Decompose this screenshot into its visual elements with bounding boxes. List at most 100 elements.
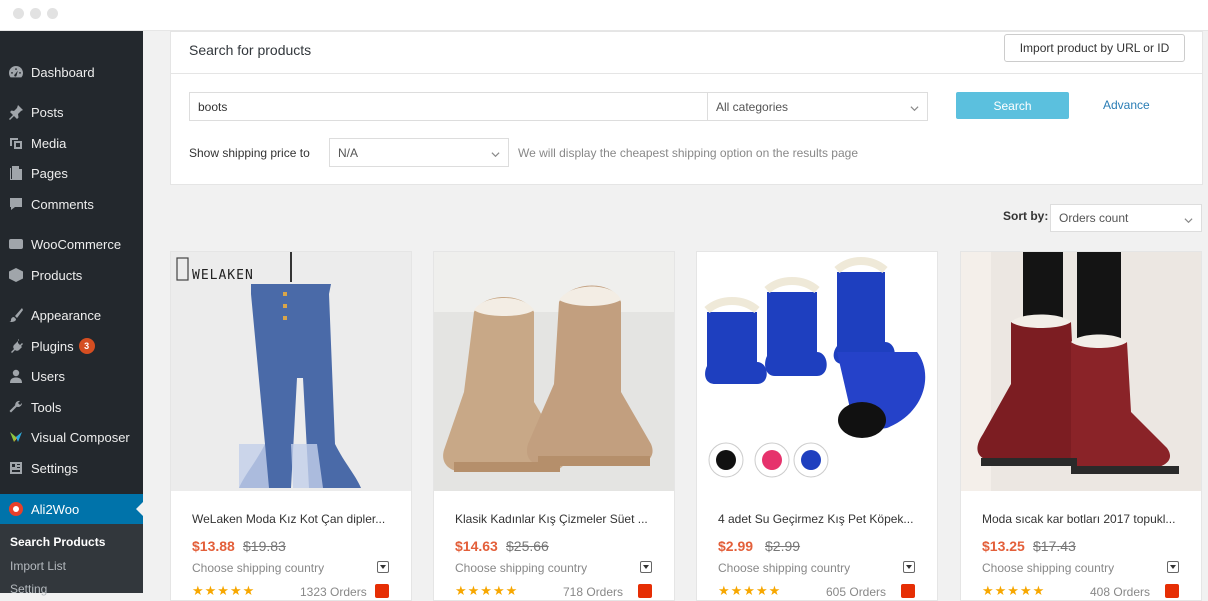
sidebar-item-settings[interactable]: Settings (0, 453, 143, 483)
shipping-country-prompt[interactable]: Choose shipping country (455, 561, 587, 575)
sidebar-item-appearance[interactable]: Appearance (0, 300, 143, 330)
sidebar-item-label: Visual Composer (31, 429, 130, 445)
advance-link[interactable]: Advance (1103, 98, 1150, 112)
sidebar-item-label: Tools (31, 399, 62, 415)
sort-select[interactable]: Orders count (1050, 204, 1202, 232)
shipping-country-prompt[interactable]: Choose shipping country (982, 561, 1114, 575)
aliexpress-icon[interactable] (375, 584, 389, 598)
active-indicator (136, 502, 143, 516)
shipping-dropdown-icon[interactable] (903, 561, 915, 573)
product-image[interactable] (697, 252, 937, 491)
pages-icon (7, 164, 25, 182)
user-icon (7, 367, 25, 385)
search-input[interactable]: boots (189, 92, 709, 121)
sidebar-item-media[interactable]: Media (0, 128, 143, 158)
update-count-badge: 3 (78, 338, 95, 354)
sidebar-item-label: Users (31, 368, 65, 384)
sidebar-item-label: Plugins (31, 338, 74, 354)
product-price: $13.25 (982, 538, 1025, 554)
pin-icon (7, 103, 25, 121)
sidebar-item-tools[interactable]: Tools (0, 392, 143, 422)
product-card[interactable]: Klasik Kadınlar Kış Çizmeler Süet ... $1… (433, 251, 675, 601)
box-icon (7, 266, 25, 284)
brush-icon (7, 306, 25, 324)
sidebar-item-label: Comments (31, 196, 94, 212)
product-title[interactable]: 4 adet Su Geçirmez Kış Pet Köpek... (718, 512, 923, 526)
window-minimize-dot[interactable] (30, 8, 41, 19)
aliexpress-icon[interactable] (1165, 584, 1179, 598)
sidebar-item-label: Media (31, 135, 67, 151)
aliexpress-icon[interactable] (901, 584, 915, 598)
vc-icon (7, 428, 25, 446)
product-old-price: $25.66 (506, 538, 549, 554)
sidebar-item-label: Ali2Woo (31, 501, 80, 517)
sidebar-item-label: Products (31, 267, 83, 283)
sidebar-item-comments[interactable]: Comments (0, 189, 143, 219)
sidebar-item-woocommerce[interactable]: WooCommerce (0, 229, 143, 259)
category-select[interactable]: All categories (707, 92, 928, 121)
product-old-price: $19.83 (243, 538, 286, 554)
product-image[interactable] (961, 252, 1201, 491)
brand-logo: WELAKEN (192, 268, 254, 283)
product-card[interactable]: WELAKEN WeLaken Moda Kız Kot Çan dipler.… (170, 251, 412, 601)
search-panel: Search for products Import product by UR… (170, 31, 1203, 185)
window-close-dot[interactable] (13, 8, 24, 19)
shipping-dropdown-icon[interactable] (377, 561, 389, 573)
sidebar-item-visual-composer[interactable]: Visual Composer (0, 422, 143, 452)
shipping-dropdown-icon[interactable] (1167, 561, 1179, 573)
window-zoom-dot[interactable] (47, 8, 58, 19)
product-card[interactable]: Moda sıcak kar botları 2017 topukl... $1… (960, 251, 1202, 601)
woo-icon (7, 235, 25, 253)
product-card[interactable]: 4 adet Su Geçirmez Kış Pet Köpek... $2.9… (696, 251, 938, 601)
submenu-import-list[interactable]: Import List (10, 559, 66, 573)
orders-count: 718 Orders (563, 585, 624, 599)
shipping-country-select[interactable]: N/A (329, 138, 509, 167)
import-by-url-button[interactable]: Import product by URL or ID (1004, 34, 1185, 62)
product-old-price: $17.43 (1033, 538, 1076, 554)
sidebar-item-dashboard[interactable]: Dashboard (0, 57, 143, 87)
product-title[interactable]: Moda sıcak kar botları 2017 topukl... (982, 512, 1187, 526)
submenu-search-products[interactable]: Search Products (10, 535, 105, 549)
submenu-setting[interactable]: Setting (10, 582, 47, 596)
shipping-dropdown-icon[interactable] (640, 561, 652, 573)
ali2woo-submenu: Search Products Import List Setting (0, 524, 143, 596)
rating-stars: ★★★★★ (982, 583, 1046, 598)
rating-stars: ★★★★★ (455, 583, 519, 598)
chevron-down-icon (1184, 214, 1193, 224)
sidebar-item-posts[interactable]: Posts (0, 97, 143, 127)
comment-icon (7, 195, 25, 213)
sidebar-item-ali2woo[interactable]: Ali2Woo (0, 494, 143, 524)
dashboard-icon (7, 63, 25, 81)
admin-sidebar: Dashboard Posts Media Pages Comments Woo… (0, 31, 143, 596)
sidebar-item-label: WooCommerce (31, 236, 122, 252)
search-button[interactable]: Search (956, 92, 1069, 119)
shipping-country-prompt[interactable]: Choose shipping country (192, 561, 324, 575)
ali2woo-icon (7, 500, 25, 518)
shipping-value: N/A (338, 145, 359, 160)
product-image[interactable] (434, 252, 674, 491)
chevron-down-icon (491, 148, 500, 158)
sidebar-item-plugins[interactable]: Plugins 3 (0, 331, 143, 361)
sidebar-item-label: Pages (31, 165, 68, 181)
sidebar-item-users[interactable]: Users (0, 361, 143, 391)
product-title[interactable]: WeLaken Moda Kız Kot Çan dipler... (192, 512, 397, 526)
aliexpress-icon[interactable] (638, 584, 652, 598)
product-image[interactable]: WELAKEN (171, 252, 411, 491)
settings-icon (7, 459, 25, 477)
rating-stars: ★★★★★ (718, 583, 782, 598)
rating-stars: ★★★★★ (192, 583, 256, 598)
product-title[interactable]: Klasik Kadınlar Kış Çizmeler Süet ... (455, 512, 660, 526)
sidebar-item-pages[interactable]: Pages (0, 158, 143, 188)
sidebar-item-label: Posts (31, 104, 64, 120)
shipping-country-prompt[interactable]: Choose shipping country (718, 561, 850, 575)
orders-count: 1323 Orders (300, 585, 367, 599)
window-titlebar (0, 0, 1208, 31)
plugin-icon (7, 337, 25, 355)
sidebar-item-products[interactable]: Products (0, 260, 143, 290)
shipping-label: Show shipping price to (189, 146, 310, 160)
orders-count: 605 Orders (826, 585, 887, 599)
sidebar-item-label: Appearance (31, 307, 102, 323)
sidebar-item-label: Settings (31, 460, 78, 476)
sidebar-item-label: Dashboard (31, 64, 95, 80)
product-price: $2.99 (718, 538, 754, 554)
